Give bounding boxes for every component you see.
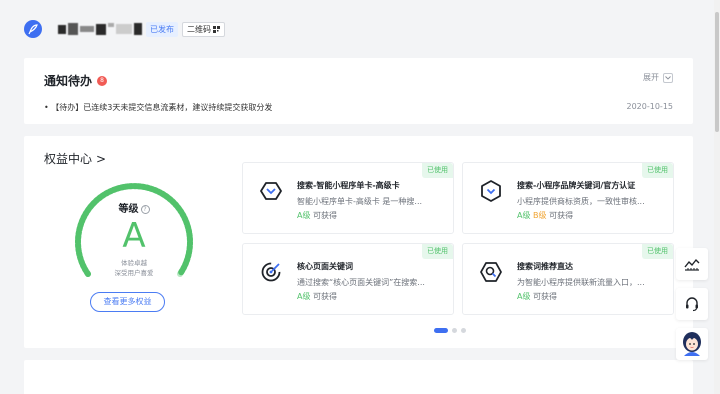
rights-item-name: 搜索-智能小程序单卡-高级卡	[297, 181, 400, 190]
grade-description: 体验卓越 深受用户喜爱	[68, 258, 200, 278]
rights-item-desc: 小程序提供商标资质，一致性审核...	[517, 197, 645, 206]
qr-code-icon	[213, 26, 220, 33]
notice-title-text: 通知待办	[44, 74, 93, 88]
level-suffix: 可获得	[549, 211, 574, 220]
used-tag: 已使用	[642, 163, 673, 178]
bottom-card	[24, 360, 693, 394]
level-a: A级	[297, 211, 311, 220]
expand-toggle[interactable]: 展开	[643, 72, 673, 83]
notice-card: 通知待办 8 展开 • 【待办】已连续3天未提交信息流素材，建议持续提交获取分发…	[24, 58, 693, 124]
used-tag: 已使用	[422, 163, 453, 178]
grade-label-text: 等级	[118, 204, 139, 215]
used-tag: 已使用	[422, 244, 453, 259]
notice-count-badge: 8	[97, 75, 108, 86]
level-a: A级	[297, 292, 311, 301]
chevron-down-hexagon-icon	[260, 182, 282, 200]
rights-item-level: A级 可获得	[297, 291, 337, 302]
grade-label: 等级?	[68, 200, 200, 215]
level-b: B级	[533, 211, 547, 220]
rights-item-name: 核心页面关键词	[297, 262, 353, 271]
notice-item-message: 【待办】已连续3天未提交信息流素材，建议持续提交获取分发	[51, 103, 273, 112]
assistant-avatar-icon[interactable]	[676, 328, 708, 360]
notice-item-text: • 【待办】已连续3天未提交信息流素材，建议持续提交获取分发	[44, 103, 273, 112]
grade-desc-line1: 体验卓越	[121, 259, 147, 267]
chevron-right-icon: >	[96, 151, 107, 166]
level-suffix: 可获得	[313, 292, 338, 301]
notice-item[interactable]: • 【待办】已连续3天未提交信息流素材，建议持续提交获取分发 2020-10-1…	[44, 102, 673, 113]
expand-label: 展开	[643, 73, 659, 82]
rights-item-level: A级 可获得	[517, 291, 557, 302]
grade-gauge: 等级? A 体验卓越 深受用户喜爱	[68, 176, 200, 292]
headset-icon[interactable]	[676, 288, 708, 320]
notice-item-date: 2020-10-15	[626, 102, 674, 111]
grade-value: A	[122, 216, 146, 256]
rights-item-desc: 为智能小程序提供联新流量入口，...	[517, 278, 645, 287]
notice-title: 通知待办 8	[44, 72, 108, 89]
rights-center-title[interactable]: 权益中心 >	[44, 150, 106, 167]
app-logo-icon	[24, 20, 42, 38]
level-a: A级	[517, 292, 531, 301]
view-more-rights-button[interactable]: 查看更多权益	[90, 292, 165, 312]
chevron-down-icon	[663, 72, 673, 83]
used-tag: 已使用	[642, 244, 673, 259]
rights-item-desc: 通过搜索“核心页面关键词”在搜索...	[297, 278, 425, 287]
rights-item-name: 搜索-小程序品牌关键词/官方认证	[517, 181, 636, 190]
rights-item[interactable]: 已使用 搜索-小程序品牌关键词/官方认证 小程序提供商标资质，一致性审核... …	[462, 162, 674, 234]
carousel-pager	[434, 328, 466, 333]
level-suffix: 可获得	[533, 292, 558, 301]
pager-dot-active[interactable]	[434, 328, 448, 333]
rights-item-level: A级 可获得	[297, 210, 337, 221]
target-icon	[261, 262, 281, 282]
chevron-down-hexagon-icon	[481, 180, 501, 202]
chart-icon[interactable]	[676, 248, 708, 280]
top-bar: 已发布 二维码	[0, 0, 716, 58]
app-name-redacted	[58, 18, 142, 40]
rights-center-title-text: 权益中心	[44, 152, 93, 166]
rights-item-level: A级 B级 可获得	[517, 210, 573, 221]
page-scrollbar[interactable]	[714, 0, 720, 394]
rights-item[interactable]: 已使用 核心页面关键词 通过搜索“核心页面关键词”在搜索... A级 可获得	[242, 243, 454, 315]
published-status-tag: 已发布	[146, 22, 178, 37]
help-icon[interactable]: ?	[140, 205, 150, 214]
rights-item[interactable]: 已使用 搜索-智能小程序单卡-高级卡 智能小程序单卡-高级卡 是一种搜... A…	[242, 162, 454, 234]
rights-item-name: 搜索词推荐直达	[517, 262, 573, 271]
pager-dot[interactable]	[461, 328, 466, 333]
rights-item-desc: 智能小程序单卡-高级卡 是一种搜...	[297, 197, 423, 206]
search-hexagon-icon	[480, 262, 502, 282]
pager-dot[interactable]	[452, 328, 457, 333]
qr-code-label: 二维码	[187, 25, 211, 34]
level-a: A级	[517, 211, 531, 220]
qr-code-button[interactable]: 二维码	[182, 22, 225, 37]
scrollbar-thumb[interactable]	[715, 12, 719, 132]
rights-item[interactable]: 已使用 搜索词推荐直达 为智能小程序提供联新流量入口，... A级 可获得	[462, 243, 674, 315]
rights-center-card: 权益中心 > 等级? A 体验卓越 深受用户喜爱 查看更多权益 已使用 搜索-智…	[24, 136, 693, 348]
grade-desc-line2: 深受用户喜爱	[114, 269, 154, 277]
level-suffix: 可获得	[313, 211, 338, 220]
